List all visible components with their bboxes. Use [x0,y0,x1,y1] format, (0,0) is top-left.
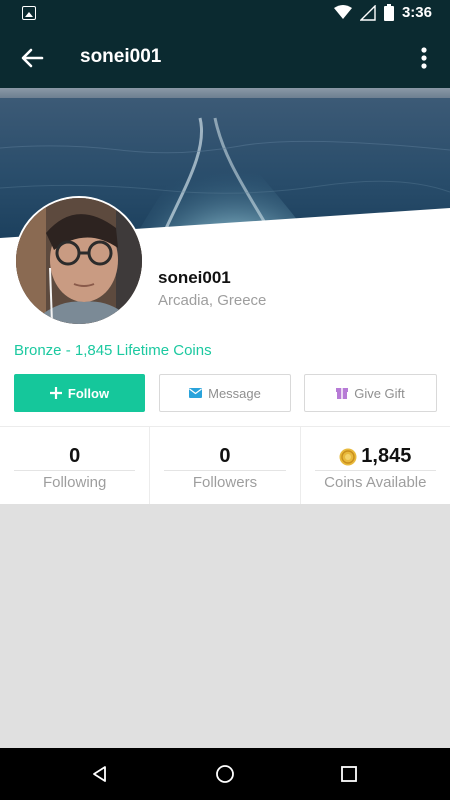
stats-row: 0 Following 0 Followers 1,845 Coins Avai… [0,426,450,504]
stat-following[interactable]: 0 Following [0,427,149,504]
give-gift-button[interactable]: Give Gift [304,374,437,412]
coin-icon [339,448,357,465]
stat-followers-label: Followers [192,474,258,491]
tier-label: Bronze - 1,845 Lifetime Coins [14,342,212,359]
battery-icon [383,4,394,21]
divider [14,470,136,471]
arrow-back-icon[interactable] [18,44,46,72]
stat-coins[interactable]: 1,845 Coins Available [299,427,450,504]
profile-name: sonei001 [158,268,231,287]
wifi-icon [333,5,352,19]
give-gift-label: Give Gift [354,385,405,401]
image-notification-icon [22,6,36,20]
nav-back-icon[interactable] [88,762,112,786]
page-title: sonei001 [80,46,162,67]
app-bar: sonei001 [0,28,450,88]
nav-home-icon[interactable] [213,762,237,786]
status-time: 3:36 [401,4,432,21]
divider [314,470,436,471]
stat-followers-value: 0 [219,445,231,467]
stat-followers[interactable]: 0 Followers [149,427,299,504]
message-label: Message [208,385,261,401]
plus-icon [49,387,62,399]
signal-icon [359,4,376,21]
message-button[interactable]: Message [159,374,291,412]
profile-location: Arcadia, Greece [158,292,267,309]
mail-icon [189,388,203,398]
stat-coins-value: 1,845 [361,445,412,467]
stat-following-value: 0 [69,445,81,467]
follow-button[interactable]: Follow [14,374,145,412]
status-icons: 3:36 [333,4,432,21]
stat-following-label: Following [42,474,107,491]
nav-recents-icon[interactable] [337,762,361,786]
follow-label: Follow [67,385,110,401]
system-nav-bar [0,748,450,800]
divider [164,470,286,471]
status-bar: 3:36 [0,0,450,28]
more-vert-icon[interactable] [412,44,436,72]
avatar [14,196,144,326]
gift-icon [336,388,349,399]
stat-coins-label: Coins Available [324,474,427,491]
